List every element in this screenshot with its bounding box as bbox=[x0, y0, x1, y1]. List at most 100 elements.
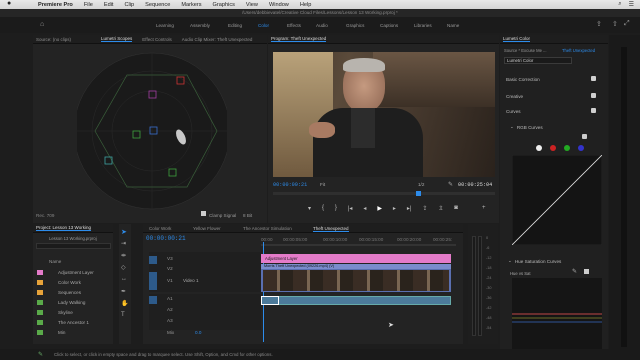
v1-target[interactable] bbox=[149, 272, 157, 290]
ws-color[interactable]: Color bbox=[258, 23, 269, 28]
ws-captions[interactable]: Captions bbox=[380, 23, 398, 28]
hue-sat-graph[interactable] bbox=[512, 278, 602, 358]
out-point-icon[interactable]: } bbox=[335, 205, 337, 212]
ws-audio[interactable]: Audio bbox=[316, 23, 328, 28]
spotlight-icon[interactable]: ⌕ bbox=[618, 1, 621, 8]
go-to-in-icon[interactable]: |◂ bbox=[348, 205, 353, 212]
rgb-curves-checkbox[interactable] bbox=[582, 134, 587, 139]
ws-assembly[interactable]: Assembly bbox=[190, 23, 210, 28]
app-menu[interactable]: Premiere Pro bbox=[38, 2, 73, 8]
ws-graphics[interactable]: Graphics bbox=[346, 23, 364, 28]
hue-sat-checkbox[interactable] bbox=[584, 269, 589, 274]
lumetri-source[interactable]: Source * Excuse Me ... bbox=[504, 48, 547, 53]
section-hue-saturation[interactable]: ⌄ Hue Saturation Curves bbox=[508, 255, 602, 267]
go-to-out-icon[interactable]: ▸| bbox=[407, 205, 412, 212]
tab-yellow-flower[interactable]: Yellow Flower bbox=[193, 226, 221, 231]
section-creative[interactable]: Creative bbox=[506, 90, 600, 102]
tab-color-work[interactable]: Color Work bbox=[149, 226, 171, 231]
pen-icon[interactable]: ✒ bbox=[121, 288, 126, 295]
project-item[interactable]: Color Work bbox=[37, 278, 81, 287]
basic-correction-checkbox[interactable] bbox=[591, 76, 596, 81]
ws-libraries[interactable]: Libraries bbox=[414, 23, 432, 28]
project-item[interactable]: Adjustment Layer bbox=[37, 268, 94, 277]
section-basic-correction[interactable]: Basic Correction bbox=[506, 73, 600, 85]
ripple-edit-icon[interactable]: ⇹ bbox=[121, 252, 126, 259]
wrench-icon[interactable]: ✎ bbox=[448, 181, 453, 188]
clamp-signal-checkbox[interactable] bbox=[201, 211, 206, 216]
menu-view[interactable]: View bbox=[246, 2, 258, 8]
bit-depth-select[interactable]: 8 Bit bbox=[243, 213, 252, 218]
a1-clip[interactable] bbox=[261, 296, 451, 305]
rgb-curve-graph[interactable] bbox=[512, 155, 602, 245]
video-frame[interactable] bbox=[273, 52, 495, 177]
program-timecode[interactable]: 00:00:00:21 bbox=[273, 182, 307, 188]
section-rgb-curves[interactable]: ⌄ RGB Curves bbox=[510, 121, 604, 133]
ws-effects[interactable]: Effects bbox=[287, 23, 301, 28]
track-select-icon[interactable]: ⇥ bbox=[121, 240, 126, 247]
effect-select[interactable]: Lumetri Color bbox=[504, 57, 572, 64]
timeline-ruler-bar[interactable] bbox=[261, 244, 456, 246]
blue-channel-button[interactable] bbox=[578, 145, 584, 151]
tab-theft-unexpected[interactable]: Theft Unexpected bbox=[313, 226, 349, 232]
quick-export-icon[interactable]: ⇧ bbox=[612, 20, 618, 28]
marker-icon[interactable]: ▾ bbox=[308, 205, 311, 212]
project-item[interactable]: The Ancestor 1 bbox=[37, 318, 89, 327]
menu-sequence[interactable]: Sequence bbox=[145, 2, 170, 8]
slip-icon[interactable]: ↔ bbox=[121, 276, 127, 282]
menu-window[interactable]: Window bbox=[269, 2, 289, 8]
menu-file[interactable]: File bbox=[84, 2, 93, 8]
menu-edit[interactable]: Edit bbox=[104, 2, 114, 8]
ws-name[interactable]: Name bbox=[447, 23, 459, 28]
program-scrubber[interactable] bbox=[273, 191, 495, 196]
project-tab[interactable]: Project: Lesson 13 Working bbox=[36, 225, 91, 231]
menu-graphics[interactable]: Graphics bbox=[213, 2, 235, 8]
control-center-icon[interactable]: ☰ bbox=[629, 1, 634, 8]
eyedropper-icon[interactable]: ✎ bbox=[572, 268, 577, 275]
v1-clip[interactable]: Morris Theft Unexpected (09226.mp4) (V) bbox=[261, 264, 451, 292]
share-icon[interactable]: ⇪ bbox=[596, 20, 602, 28]
red-channel-button[interactable] bbox=[550, 145, 556, 151]
selection-tool-icon[interactable]: ➤ bbox=[121, 228, 127, 236]
ws-learning[interactable]: Learning bbox=[156, 23, 174, 28]
adjustment-layer-clip[interactable]: Adjustment Layer bbox=[261, 254, 451, 263]
apple-icon[interactable]: ● bbox=[7, 0, 11, 7]
fullscreen-icon[interactable]: ⤢ bbox=[624, 20, 630, 28]
lumetri-sequence[interactable]: Theft Unexpected bbox=[562, 48, 595, 53]
playhead-marker[interactable] bbox=[416, 191, 421, 196]
menu-help[interactable]: Help bbox=[300, 2, 312, 8]
tab-source[interactable]: Source: (no clips) bbox=[36, 37, 71, 42]
step-forward-icon[interactable]: ▸ bbox=[393, 205, 396, 212]
tab-audio-clip-mixer[interactable]: Audio Clip Mixer: Theft Unexpected bbox=[182, 37, 253, 42]
project-item[interactable]: Sequences bbox=[37, 288, 81, 297]
creative-checkbox[interactable] bbox=[591, 93, 596, 98]
white-channel-button[interactable] bbox=[536, 145, 542, 151]
hand-icon[interactable]: ✋ bbox=[121, 300, 128, 307]
mix-value[interactable]: 0.0 bbox=[195, 330, 201, 335]
green-channel-button[interactable] bbox=[564, 145, 570, 151]
timeline-timecode[interactable]: 00:00:00:21 bbox=[146, 235, 186, 242]
home-icon[interactable]: ⌂ bbox=[40, 21, 44, 28]
razor-icon[interactable]: ◇ bbox=[121, 264, 126, 271]
in-point-icon[interactable]: { bbox=[322, 205, 324, 212]
step-back-icon[interactable]: ◂ bbox=[363, 205, 366, 212]
ws-editing[interactable]: Editing bbox=[228, 23, 242, 28]
type-icon[interactable]: T bbox=[121, 312, 125, 318]
curves-checkbox[interactable] bbox=[591, 108, 596, 113]
fit-select[interactable]: Fit bbox=[320, 182, 325, 187]
play-icon[interactable]: ▶ bbox=[377, 205, 382, 212]
program-title[interactable]: Program: Theft Unexpected bbox=[271, 36, 327, 42]
v3-target[interactable] bbox=[149, 256, 157, 264]
tab-ancestor-simulation[interactable]: The Ancestor Simulation bbox=[243, 226, 292, 231]
tab-lumetri-scopes[interactable]: Lumetri Scopes bbox=[101, 36, 133, 42]
lumetri-title[interactable]: Lumetri Color bbox=[503, 36, 531, 42]
add-button-icon[interactable]: + bbox=[482, 205, 486, 211]
project-item[interactable]: Min bbox=[37, 328, 65, 337]
tab-effect-controls[interactable]: Effect Controls bbox=[142, 37, 171, 42]
column-name[interactable]: Name bbox=[49, 259, 61, 264]
menu-markers[interactable]: Markers bbox=[181, 2, 201, 8]
extract-icon[interactable]: ⇫ bbox=[438, 205, 443, 212]
project-search[interactable] bbox=[36, 243, 111, 249]
playback-resolution[interactable]: 1/2 bbox=[418, 182, 424, 187]
a1-target[interactable] bbox=[149, 296, 157, 304]
menu-clip[interactable]: Clip bbox=[124, 2, 134, 8]
